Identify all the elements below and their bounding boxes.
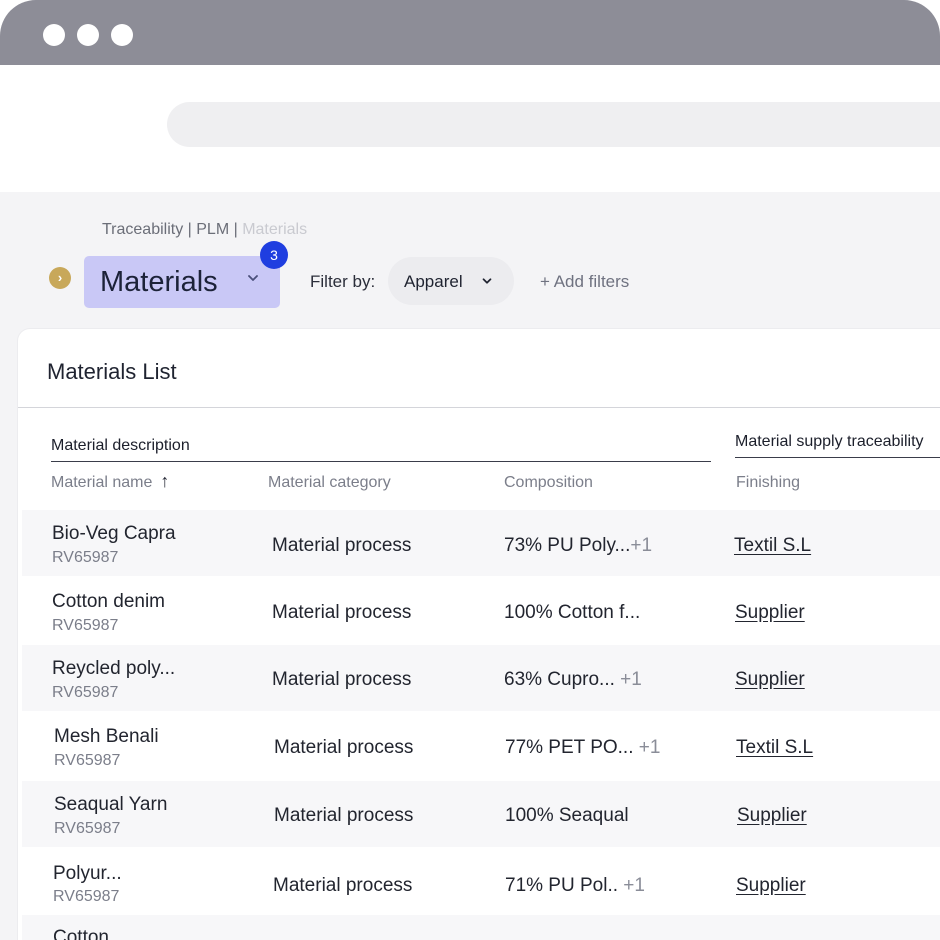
finishing-link[interactable]: Textil S.L <box>736 737 813 759</box>
composition-text: 63% Cupro... <box>504 669 621 690</box>
count-badge: 3 <box>260 241 288 269</box>
card-title: Materials List <box>47 359 177 384</box>
column-header-material-category[interactable]: Material category <box>268 474 391 492</box>
table-row[interactable]: Seaqual Yarn RV65987 Material process 10… <box>22 781 940 847</box>
material-name: Reycled poly... <box>52 658 176 679</box>
finishing-link[interactable]: Supplier <box>737 805 807 827</box>
material-name: Mesh Benali <box>54 726 159 747</box>
finishing-link[interactable]: Supplier <box>735 602 805 624</box>
table-row[interactable]: Bio-Veg Capra RV65987 Material process 7… <box>22 510 940 576</box>
material-code: RV65987 <box>54 820 121 837</box>
filter-value: Apparel <box>404 272 463 291</box>
address-bar[interactable] <box>167 102 940 147</box>
window-titlebar <box>0 0 940 65</box>
window-close-dot[interactable] <box>43 24 65 46</box>
material-category: Material process <box>272 535 412 556</box>
chevron-down-icon <box>248 275 258 281</box>
divider <box>18 407 940 408</box>
material-name: Seaqual Yarn <box>54 794 168 815</box>
material-category: Material process <box>274 737 414 758</box>
material-name: Polyur... <box>53 863 122 884</box>
table-row[interactable]: Reycled poly... RV65987 Material process… <box>22 645 940 711</box>
filter-label: Filter by: <box>310 272 376 291</box>
composition: 63% Cupro... +1 <box>504 669 642 691</box>
composition-more[interactable]: +1 <box>639 737 661 758</box>
composition-text: 71% PU Pol.. <box>505 875 624 896</box>
composition: 71% PU Pol.. +1 <box>505 875 645 897</box>
material-code: RV65987 <box>52 617 119 634</box>
breadcrumb-path[interactable]: Traceability | PLM | <box>102 221 242 238</box>
composition: 100% Seaqual <box>505 805 629 827</box>
material-category: Material process <box>272 602 412 623</box>
composition-more[interactable]: +1 <box>620 669 642 690</box>
column-header-composition[interactable]: Composition <box>504 474 593 492</box>
table-row[interactable]: Mesh Benali RV65987 Material process 77%… <box>22 713 940 779</box>
table-row[interactable]: Cotton <box>22 915 940 940</box>
material-name: Bio-Veg Capra <box>52 523 176 544</box>
browser-window: Traceability | PLM | Materials › Materia… <box>0 0 940 940</box>
view-select-dropdown[interactable]: Materials <box>84 256 280 308</box>
material-name: Cotton denim <box>52 591 166 612</box>
add-filters-button[interactable]: + Add filters <box>540 272 629 292</box>
material-code: RV65987 <box>52 549 119 566</box>
expand-sidebar-button[interactable]: › <box>49 267 71 289</box>
composition-text: 100% Seaqual <box>505 805 629 826</box>
material-code: RV65987 <box>53 888 120 905</box>
column-header-material-name[interactable]: Material name ↑ <box>51 471 169 492</box>
finishing-link[interactable]: Textil S.L <box>734 535 811 557</box>
group-header-supply-traceability: Material supply traceability <box>735 433 940 458</box>
material-category: Material process <box>274 805 414 826</box>
column-header-finishing[interactable]: Finishing <box>736 474 800 492</box>
chevron-right-icon: › <box>57 270 63 285</box>
page-title: Materials <box>100 266 218 298</box>
material-category: Material process <box>273 875 413 896</box>
table-row[interactable]: Cotton denim RV65987 Material process 10… <box>22 578 940 644</box>
material-name: Cotton <box>53 927 109 940</box>
window-maximize-dot[interactable] <box>111 24 133 46</box>
column-label: Material name <box>51 474 153 491</box>
material-code: RV65987 <box>52 684 119 701</box>
window-minimize-dot[interactable] <box>77 24 99 46</box>
composition-text: 100% Cotton f... <box>504 602 641 623</box>
composition-text: 77% PET PO... <box>505 737 639 758</box>
group-header-material-description: Material description <box>51 437 711 462</box>
composition: 73% PU Poly...+1 <box>504 535 652 557</box>
material-category: Material process <box>272 669 412 690</box>
composition: 77% PET PO... +1 <box>505 737 660 759</box>
composition-text: 73% PU Poly... <box>504 535 631 556</box>
breadcrumb: Traceability | PLM | Materials <box>102 221 307 239</box>
composition-more[interactable]: +1 <box>623 875 645 896</box>
breadcrumb-current: Materials <box>242 221 308 238</box>
material-code: RV65987 <box>54 752 121 769</box>
composition: 100% Cotton f... <box>504 602 640 624</box>
chevron-down-icon <box>482 278 492 284</box>
table-row[interactable]: Polyur... RV65987 Material process 71% P… <box>22 849 940 915</box>
browser-toolbar <box>0 65 940 192</box>
filter-dropdown-apparel[interactable]: Apparel <box>388 257 514 305</box>
composition-more[interactable]: +1 <box>630 535 652 556</box>
sort-ascending-icon[interactable]: ↑ <box>160 471 169 491</box>
finishing-link[interactable]: Supplier <box>736 875 806 897</box>
finishing-link[interactable]: Supplier <box>735 669 805 691</box>
